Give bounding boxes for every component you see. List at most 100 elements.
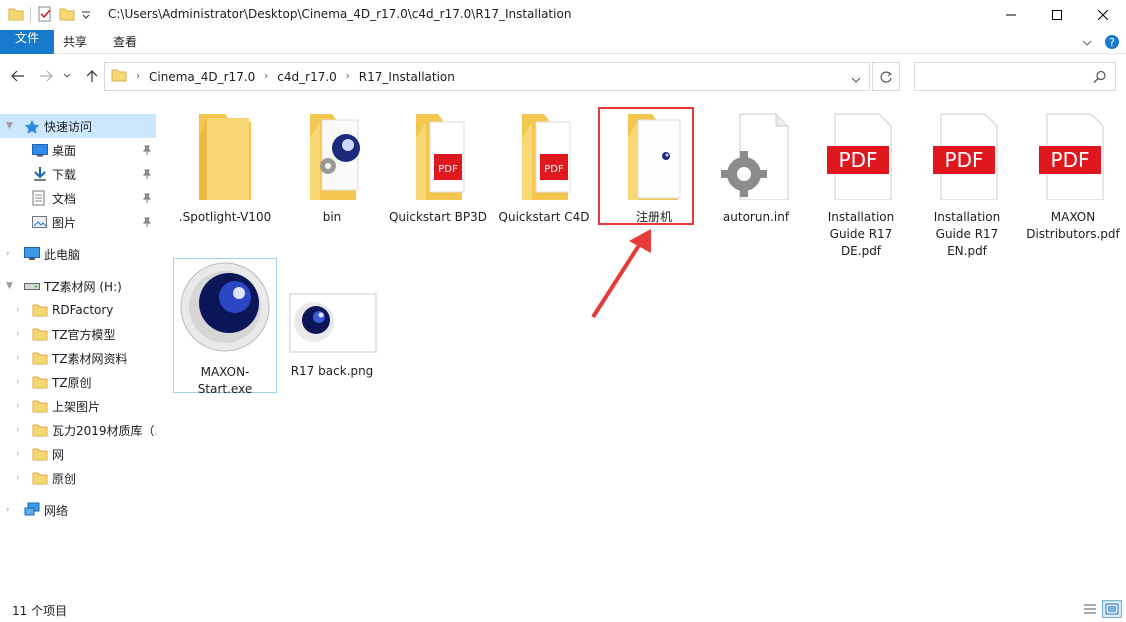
file-item[interactable]: PDF Quickstart BP3D [386,108,490,226]
nav-item-downloads[interactable]: 下载 [0,162,156,186]
pdf-badge-text: PDF [945,148,984,172]
nav-folder[interactable]: › 网 [0,442,156,466]
customize-toolbar-icon[interactable] [81,8,91,22]
nav-quick-access[interactable]: ▼ 快速访问 [0,114,156,138]
chevron-right-icon[interactable]: › [16,353,20,363]
file-item[interactable]: autorun.inf [704,108,808,226]
nav-folder[interactable]: › TZ素材网资料 [0,346,156,370]
chevron-right-icon[interactable]: › [16,473,20,483]
file-item[interactable]: .Spotlight-V100 [173,108,277,226]
folder-icon [32,423,48,437]
breadcrumb-item[interactable]: c4d_r17.0 [277,70,337,84]
expand-ribbon-icon[interactable] [1082,37,1092,51]
item-count: 11 个项目 [12,604,68,618]
nav-label: 上架图片 [52,399,101,414]
file-name: MAXON-Start.exe [197,365,253,396]
chevron-right-icon[interactable]: › [16,305,20,315]
breadcrumb-item[interactable]: R17_Installation [359,70,455,84]
nav-label: TZ素材网资料 [52,351,128,366]
refresh-icon [880,71,892,83]
folder-icon [32,351,48,365]
nav-item-documents[interactable]: 文档 [0,186,156,210]
folder-icon [8,7,24,24]
status-bar: 11 个项目 [0,598,1126,622]
pdf-badge-text: PDF [438,164,458,175]
pin-icon[interactable] [142,192,152,206]
tab-view[interactable]: 查看 [100,30,150,54]
address-dropdown-icon[interactable] [851,73,861,87]
nav-this-pc[interactable]: › 此电脑 [0,242,156,266]
image-thumbnail [289,293,377,353]
nav-folder[interactable]: › TZ官方模型 [0,322,156,346]
desktop-icon [32,143,48,157]
window-title: C:\Users\Administrator\Desktop\Cinema_4D… [108,7,572,21]
chevron-down-icon[interactable]: ▼ [6,281,13,291]
breadcrumb: › Cinema_4D_r17.0 › c4d_r17.0 › R17_Inst… [127,70,455,84]
annotation-arrow [591,229,651,319]
file-item[interactable]: PDF Installation Guide R17 EN.pdf [915,108,1019,260]
chevron-right-icon[interactable]: › [6,249,10,259]
up-button[interactable] [82,66,102,86]
pdf-file-icon: PDF [1039,113,1104,201]
recent-locations-button[interactable] [60,66,74,86]
nav-folder[interactable]: › 瓦力2019材质库（3 [0,418,156,442]
search-input[interactable] [915,63,1085,90]
large-icons-view-button[interactable] [1102,600,1122,618]
file-item[interactable]: PDF Quickstart C4D [492,108,596,226]
address-bar[interactable]: › Cinema_4D_r17.0 › c4d_r17.0 › R17_Inst… [104,62,870,91]
nav-label: RDFactory [52,303,114,317]
new-folder-icon[interactable] [59,7,75,24]
search-icon[interactable] [1093,70,1107,87]
details-view-button[interactable] [1080,600,1100,618]
chevron-right-icon[interactable]: › [136,71,140,82]
file-item[interactable]: bin [280,108,384,226]
pdf-badge-text: PDF [839,148,878,172]
properties-icon[interactable] [37,6,53,25]
nav-item-desktop[interactable]: 桌面 [0,138,156,162]
nav-drive-h[interactable]: ▼ TZ素材网 (H:) [0,274,156,298]
minimize-button[interactable] [988,0,1034,30]
chevron-right-icon[interactable]: › [16,329,20,339]
folder-icon [199,114,251,200]
computer-icon [24,247,40,261]
ribbon: 文件 主页 共享 查看 ? [0,29,1126,54]
chevron-right-icon[interactable]: › [264,71,268,82]
chevron-down-icon[interactable]: ▼ [6,121,13,131]
back-button[interactable] [8,66,28,86]
breadcrumb-item[interactable]: Cinema_4D_r17.0 [149,70,255,84]
nav-item-pictures[interactable]: 图片 [0,210,156,234]
search-box[interactable] [914,62,1116,91]
file-item[interactable]: R17 back.png [280,258,384,380]
pin-icon[interactable] [142,144,152,158]
file-item[interactable]: PDF MAXON Distributors.pdf [1021,108,1125,243]
chevron-right-icon[interactable]: › [16,401,20,411]
refresh-button[interactable] [872,62,900,91]
pin-icon[interactable] [142,168,152,182]
maximize-button[interactable] [1034,0,1080,30]
pin-icon[interactable] [142,216,152,230]
file-name: Installation Guide R17 DE.pdf [827,210,895,258]
close-button[interactable] [1080,0,1126,30]
forward-button[interactable] [36,66,56,86]
nav-label: 网络 [44,503,69,518]
file-item-selected[interactable]: MAXON-Start.exe [173,258,277,396]
nav-network[interactable]: › 网络 [0,498,156,522]
chevron-right-icon[interactable]: › [16,449,20,459]
chevron-right-icon[interactable]: › [6,505,10,515]
nav-label: 此电脑 [44,247,81,262]
nav-folder[interactable]: › TZ原创 [0,370,156,394]
help-icon[interactable]: ? [1104,34,1120,53]
pdf-file-icon: PDF [827,113,892,201]
chevron-right-icon[interactable]: › [346,71,350,82]
navigation-pane: ▼ 快速访问 桌面 下载 文档 图片 › 此电脑 ▼ TZ素材网 (H:) › … [0,108,158,590]
tab-share[interactable]: 共享 [50,30,100,54]
chevron-right-icon[interactable]: › [16,425,20,435]
document-icon [32,190,48,206]
chevron-right-icon[interactable]: › [16,377,20,387]
nav-folder[interactable]: › RDFactory [0,298,156,322]
nav-folder[interactable]: › 原创 [0,466,156,490]
tab-file[interactable]: 文件 [0,29,54,54]
folder-icon [32,303,48,317]
file-item[interactable]: PDF Installation Guide R17 DE.pdf [809,108,913,260]
nav-folder[interactable]: › 上架图片 [0,394,156,418]
